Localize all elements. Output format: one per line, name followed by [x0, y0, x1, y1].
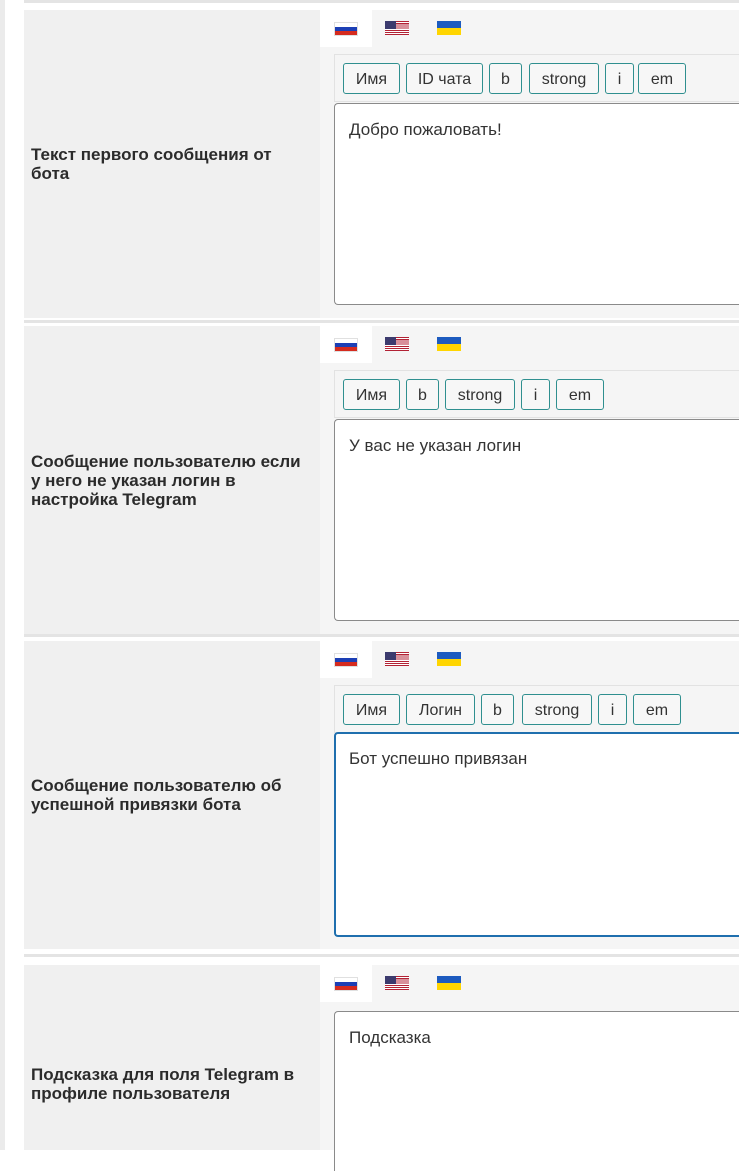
row-editor-cell: Имя ID чата b strong i em Добро пожалова… [320, 10, 739, 318]
message-textarea[interactable]: Бот успешно привязан [334, 732, 739, 937]
row-editor-cell: Подсказка [320, 965, 739, 1171]
flag-ua-icon[interactable] [437, 976, 461, 990]
insert-em-button[interactable]: em [556, 379, 604, 410]
settings-row-success-bind-message: Сообщение пользователю об успешной привя… [24, 634, 739, 952]
insert-name-button[interactable]: Имя [343, 379, 400, 410]
hint-textarea[interactable]: Подсказка [334, 1011, 739, 1171]
insert-b-button[interactable]: b [489, 63, 522, 94]
row-divider [24, 634, 739, 637]
settings-row-no-login-message: Сообщение пользователю если у него не ук… [24, 318, 739, 636]
insert-em-button[interactable]: em [638, 63, 686, 94]
insert-strong-button[interactable]: strong [445, 379, 515, 410]
flag-us-icon[interactable] [385, 652, 409, 666]
row-editor-cell: Имя b strong i em У вас не указан логин [320, 326, 739, 634]
flag-ua-icon[interactable] [437, 21, 461, 35]
insert-toolbar: Имя ID чата b strong i em [334, 54, 739, 102]
row-divider [24, 0, 739, 3]
row-divider [24, 320, 739, 323]
left-sidebar-edge [0, 0, 5, 1150]
insert-toolbar: Имя Логин b strong i em [334, 685, 739, 733]
message-textarea[interactable]: Добро пожаловать! [334, 103, 739, 305]
insert-b-button[interactable]: b [406, 379, 439, 410]
flag-ru-icon[interactable] [334, 977, 358, 991]
row-label: Текст первого сообщения от бота [31, 145, 272, 183]
flag-ua-icon[interactable] [437, 652, 461, 666]
insert-strong-button[interactable]: strong [529, 63, 599, 94]
settings-row-first-message: Текст первого сообщения от бота Имя ID ч… [24, 0, 739, 320]
insert-chat-id-button[interactable]: ID чата [406, 63, 483, 94]
insert-i-button[interactable]: i [605, 63, 634, 94]
insert-i-button[interactable]: i [598, 694, 627, 725]
insert-name-button[interactable]: Имя [343, 694, 400, 725]
flag-ru-icon[interactable] [334, 338, 358, 352]
settings-row-telegram-hint: Подсказка для поля Telegram в профиле по… [24, 952, 739, 1171]
row-label: Подсказка для поля Telegram в профиле по… [31, 1064, 295, 1103]
language-tabs [320, 965, 739, 1002]
row-label: Сообщение пользователю об успешной привя… [31, 776, 282, 814]
row-editor-cell: Имя Логин b strong i em Бот успешно прив… [320, 641, 739, 949]
insert-em-button[interactable]: em [633, 694, 681, 725]
insert-name-button[interactable]: Имя [343, 63, 400, 94]
flag-us-icon[interactable] [385, 976, 409, 990]
flag-ru-icon[interactable] [334, 22, 358, 36]
row-label-cell: Подсказка для поля Telegram в профиле по… [24, 965, 320, 1150]
row-divider [24, 954, 739, 957]
flag-us-icon[interactable] [385, 337, 409, 351]
insert-b-button[interactable]: b [481, 694, 514, 725]
language-tabs [320, 326, 739, 363]
language-tabs [320, 10, 739, 47]
row-label-cell: Сообщение пользователю об успешной привя… [24, 641, 320, 949]
flag-ru-icon[interactable] [334, 653, 358, 667]
insert-i-button[interactable]: i [521, 379, 550, 410]
row-label-cell: Текст первого сообщения от бота [24, 10, 320, 318]
language-tabs [320, 641, 739, 678]
flag-ua-icon[interactable] [437, 337, 461, 351]
insert-login-button[interactable]: Логин [406, 694, 475, 725]
flag-us-icon[interactable] [385, 21, 409, 35]
row-label: Сообщение пользователю если у него не ук… [31, 451, 301, 509]
insert-strong-button[interactable]: strong [522, 694, 592, 725]
row-label-cell: Сообщение пользователю если у него не ук… [24, 326, 320, 634]
insert-toolbar: Имя b strong i em [334, 370, 739, 418]
message-textarea[interactable]: У вас не указан логин [334, 419, 739, 621]
